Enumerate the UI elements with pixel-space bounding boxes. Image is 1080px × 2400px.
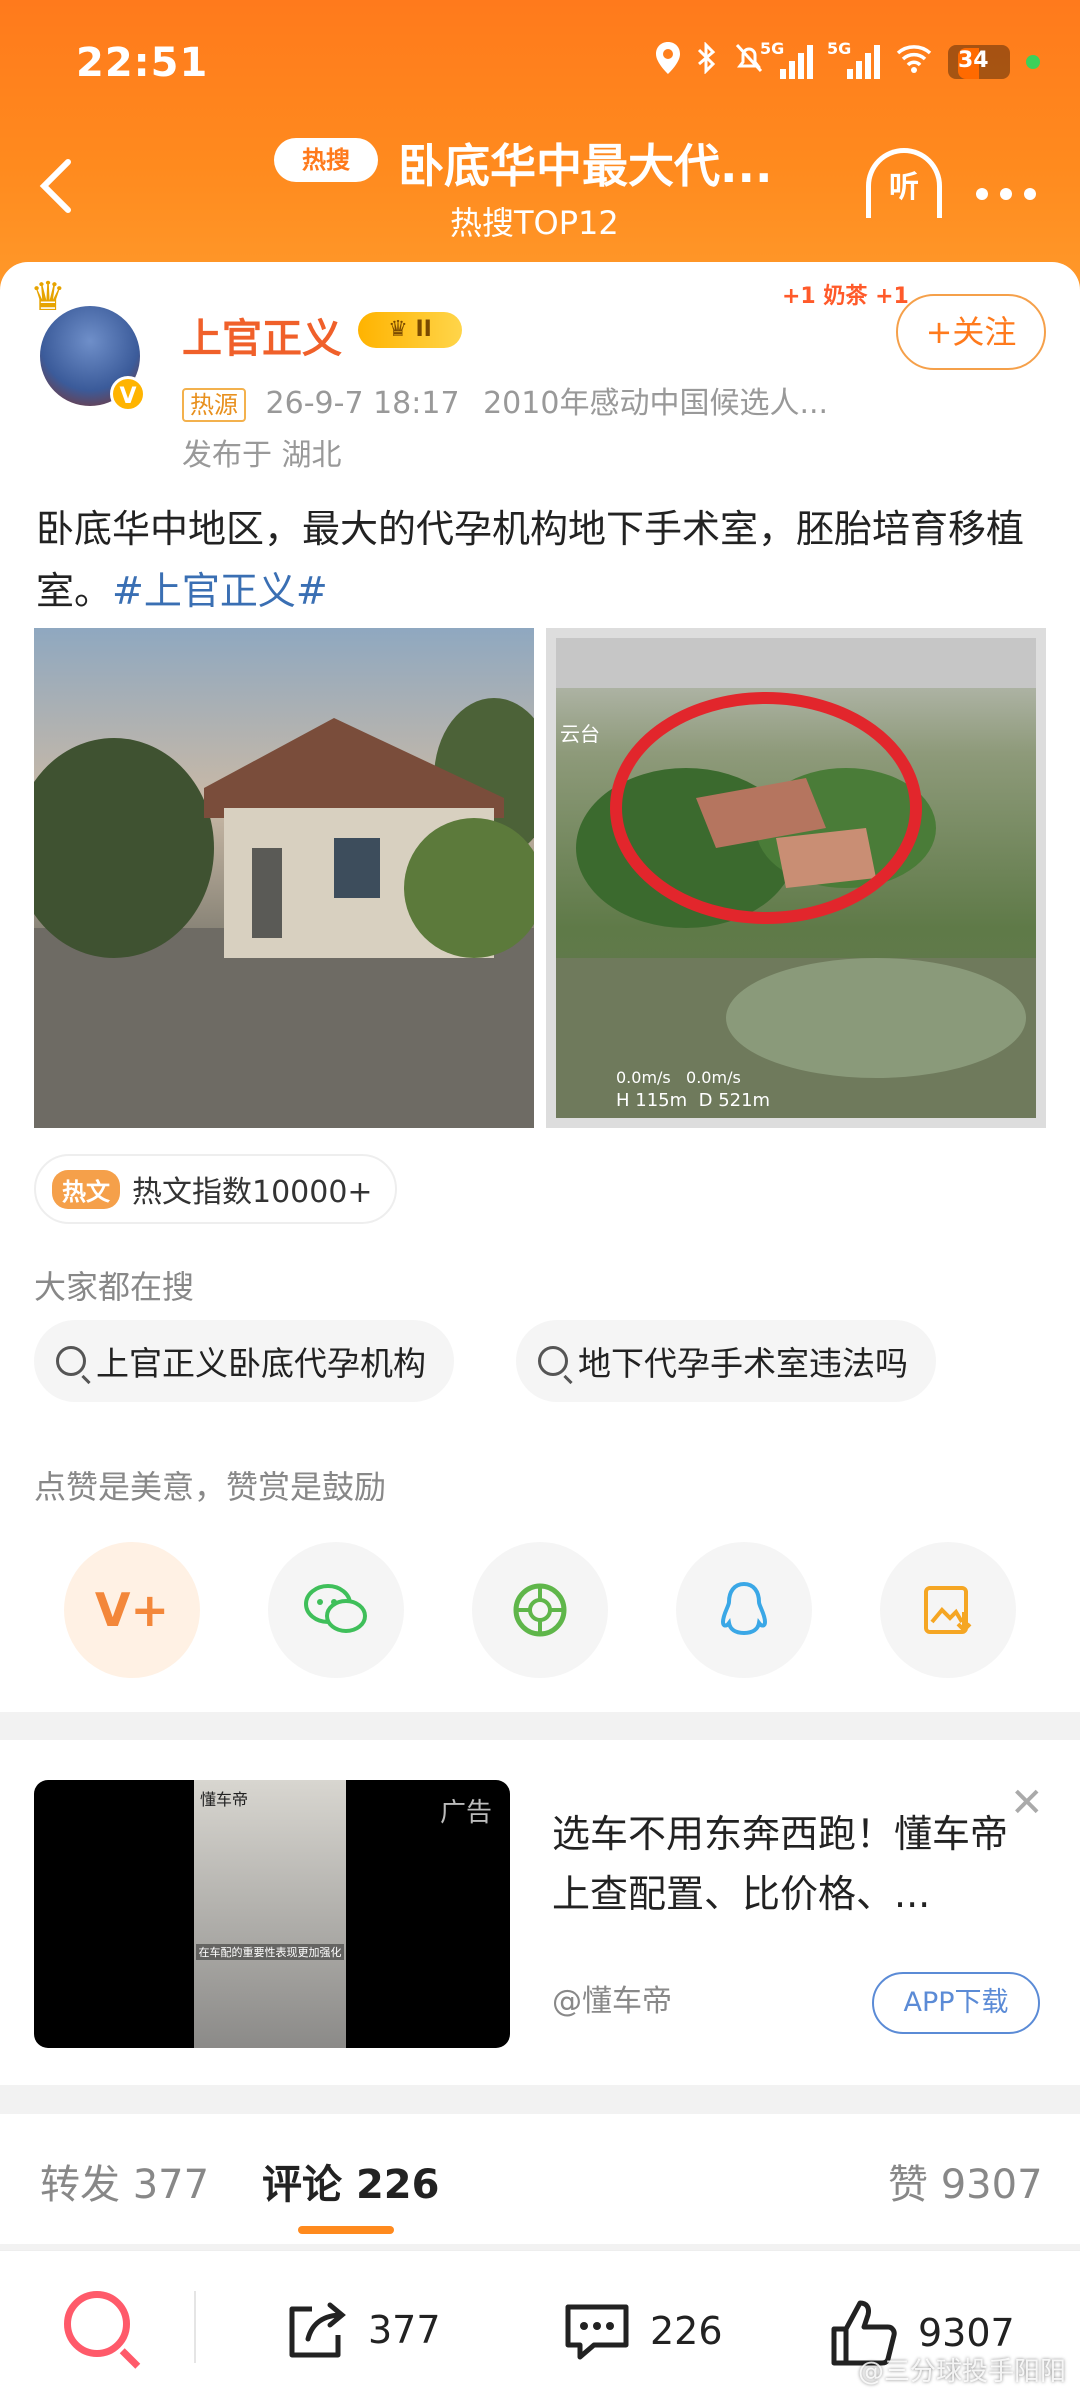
ad-video-frame: 懂车帝 在车配的重要性表现更加强化 <box>194 1780 346 2048</box>
ad-text[interactable]: 选车不用东奔西跑！懂车帝上查配置、比价格、... <box>552 1804 1032 1924</box>
share-row: V+ <box>64 1542 1016 1682</box>
signal-1-icon: 5G <box>760 39 813 79</box>
camera-indicator-dot <box>1026 55 1040 69</box>
page-title: 卧底华中最大代... <box>398 139 773 193</box>
ad-video-caption: 在车配的重要性表现更加强化 <box>196 1944 344 1960</box>
share-button[interactable]: 377 <box>284 2299 441 2361</box>
watermark: @三分球投手阳阳 <box>857 2357 1066 2387</box>
follow-decoration: +1 奶茶 +1 <box>782 284 909 309</box>
related-search-chip-2[interactable]: 地下代孕手术室违法吗 <box>516 1320 936 1402</box>
nav-bar: 热搜 卧底华中最大代... 热搜TOP12 听 <box>0 128 1080 248</box>
share-qq-button[interactable] <box>676 1542 812 1678</box>
moments-icon <box>513 1583 567 1637</box>
ad-download-button[interactable]: APP下载 <box>872 1972 1040 2034</box>
qq-icon <box>720 1581 768 1636</box>
reward-heading: 点赞是美意，赞赏是鼓励 <box>34 1468 387 1506</box>
more-dots-icon <box>976 188 1036 200</box>
tab-likes[interactable]: 赞 9307 <box>888 2152 1043 2210</box>
post-meta: 热源 26-9-7 18:17 2010年感动中国候选人... <box>182 378 828 422</box>
post-image-1[interactable] <box>34 628 534 1128</box>
topic-link[interactable]: #上官正义# <box>112 569 328 613</box>
username[interactable]: 上官正义 <box>182 306 342 364</box>
share-icon <box>289 2302 346 2358</box>
save-image-button[interactable] <box>880 1542 1016 1678</box>
post-datetime: 26-9-7 18:17 <box>265 386 460 421</box>
battery-icon: 34 <box>948 45 1010 79</box>
gimbal-label: 云台 <box>560 722 600 746</box>
status-icons: 5G 5G 34 <box>656 39 1040 82</box>
ad-tag: 广告 <box>439 1798 492 1828</box>
follow-button[interactable]: +关注 <box>896 294 1046 370</box>
source-tag: 热源 <box>182 388 246 422</box>
post-image-2[interactable]: 云台 0.0m/s 0.0m/s H 115m D 521m <box>546 628 1046 1128</box>
listen-button[interactable]: 听 <box>866 148 942 218</box>
divider <box>194 2291 196 2363</box>
level-badge[interactable]: ♛ II <box>358 312 462 348</box>
tab-active-indicator <box>298 2226 394 2234</box>
drone-altitude-readout: H 115m D 521m <box>616 1090 771 1111</box>
save-image-icon <box>924 1586 972 1634</box>
header: 22:51 5G 5G 34 热搜 卧底华中最大代... 热搜TOP12 听 <box>0 0 1080 300</box>
status-bar: 22:51 5G 5G 34 <box>76 38 1040 88</box>
page-subtitle: 热搜TOP12 <box>450 204 619 242</box>
ad-account[interactable]: @懂车帝 <box>552 1976 672 2020</box>
more-button[interactable] <box>974 158 1038 216</box>
hot-search-tag[interactable]: 热搜 <box>274 138 378 182</box>
related-search-heading: 大家都在搜 <box>34 1268 195 1306</box>
post-tabs: 转发 377 评论 226 赞 9307 <box>0 2114 1080 2244</box>
v-plus-icon: V+ <box>94 1583 170 1637</box>
back-button[interactable] <box>36 156 76 216</box>
hot-index-text: 热文指数10000+ <box>132 1175 373 1210</box>
search-icon <box>56 1346 86 1376</box>
chevron-left-icon <box>39 159 71 213</box>
wechat-icon <box>304 1584 367 1633</box>
related-search-chip-1[interactable]: 上官正义卧底代孕机构 <box>34 1320 454 1402</box>
ad-video[interactable]: 懂车帝 在车配的重要性表现更加强化 广告 <box>34 1780 510 2048</box>
reward-v-plus-button[interactable]: V+ <box>64 1542 200 1678</box>
tab-repost[interactable]: 转发 377 <box>40 2152 209 2210</box>
share-moments-button[interactable] <box>472 1542 608 1678</box>
hot-index-pill[interactable]: 热文 热文指数10000+ <box>34 1154 397 1224</box>
tab-comments[interactable]: 评论 226 <box>262 2152 439 2210</box>
house-photo <box>34 698 534 1128</box>
share-wechat-button[interactable] <box>268 1542 404 1678</box>
wifi-icon <box>896 43 932 81</box>
crown-icon: ♛ <box>30 274 66 320</box>
ad-brand-watermark: 懂车帝 <box>200 1790 249 1809</box>
search-icon[interactable] <box>64 2291 130 2357</box>
drone-speed-readout: 0.0m/s 0.0m/s <box>616 1068 741 1087</box>
bluetooth-icon <box>696 41 718 82</box>
ad-card[interactable]: 懂车帝 在车配的重要性表现更加强化 广告 ✕ 选车不用东奔西跑！懂车帝上查配置、… <box>0 1740 1080 2085</box>
post-card: ♛ V 上官正义 ♛ II +1 奶茶 +1 +关注 热源 26-9-7 18:… <box>0 262 1080 1712</box>
user-description: 2010年感动中国候选人... <box>483 386 829 421</box>
verified-badge-icon: V <box>110 376 146 412</box>
location-icon <box>656 42 680 82</box>
search-icon <box>538 1346 568 1376</box>
comment-icon <box>565 2304 629 2360</box>
comment-button[interactable]: 226 <box>562 2299 723 2363</box>
drone-photo <box>546 628 1046 1128</box>
post-text: 卧底华中地区，最大的代孕机构地下手术室，胚胎培育移植室。#上官正义# <box>36 498 1046 622</box>
hot-index-badge: 热文 <box>52 1169 120 1209</box>
post-location: 发布于 湖北 <box>182 438 342 473</box>
signal-2-icon: 5G <box>827 39 880 79</box>
status-time: 22:51 <box>76 40 209 86</box>
bottom-action-bar: 377 226 9307 @三分球投手阳阳 <box>0 2250 1080 2400</box>
